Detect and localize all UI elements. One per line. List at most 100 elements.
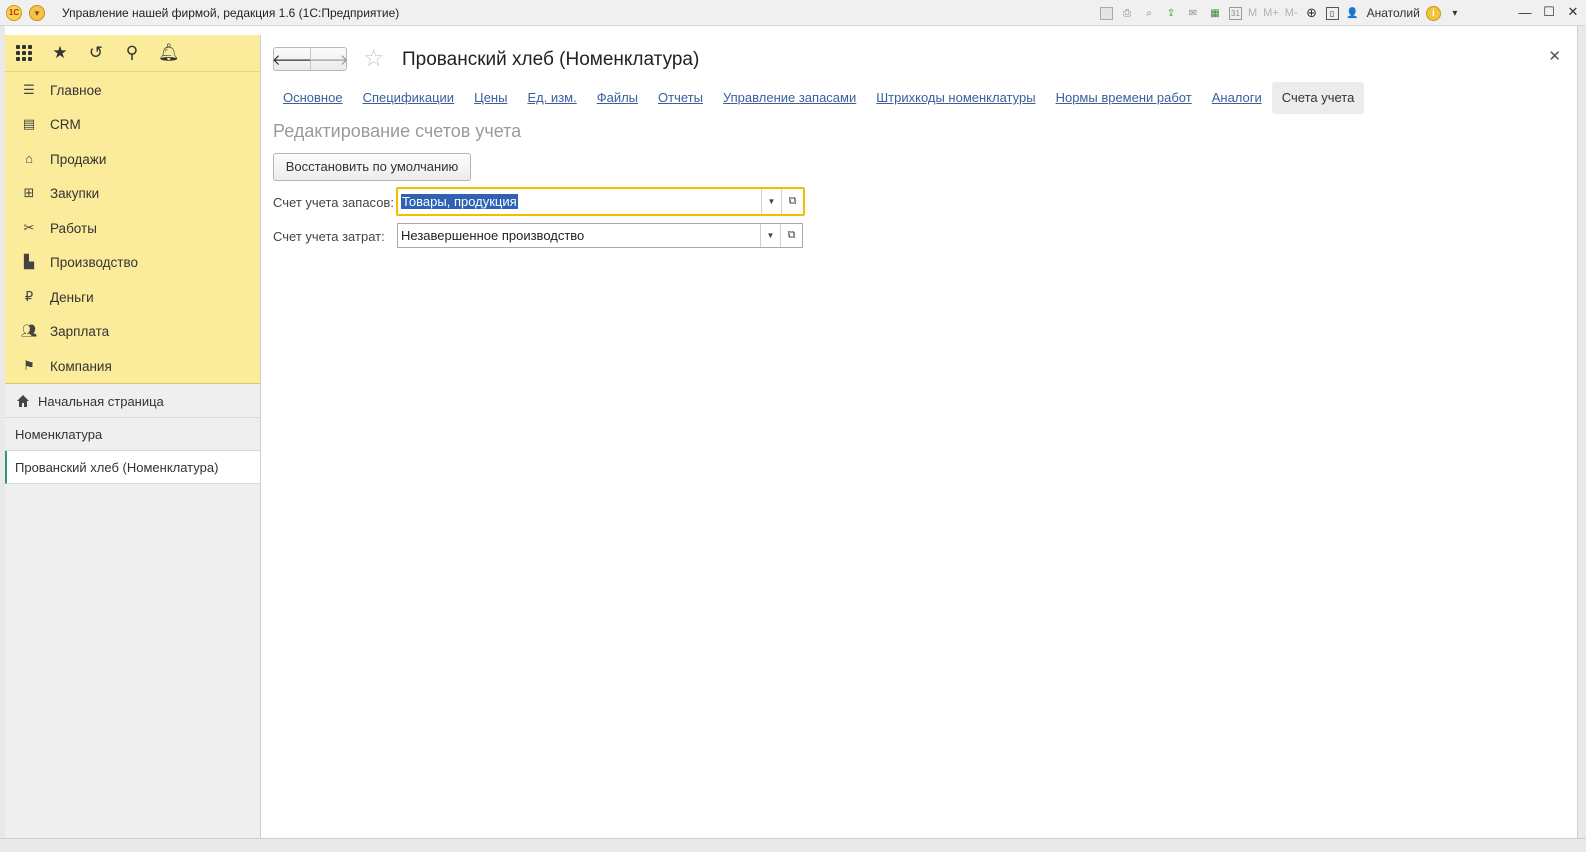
tab-prices[interactable]: Цены [464, 82, 517, 114]
menu-icon: ☰ [23, 82, 35, 97]
section-label: Закупки [50, 185, 100, 201]
close-form-button[interactable]: ✕ [1548, 47, 1561, 65]
inventory-account-label: Счет учета запасов: [273, 195, 394, 210]
app-logo-icon: 1С [6, 5, 22, 21]
people-icon: 👥︎ [21, 323, 38, 338]
section-label: CRM [50, 116, 81, 132]
memory-plus-button[interactable]: M+ [1263, 5, 1279, 21]
upload-icon[interactable]: ⇪ [1163, 5, 1179, 21]
basket-icon: ⌂ [25, 151, 33, 166]
open-icon[interactable]: ⧉ [780, 224, 802, 247]
mail-icon[interactable]: ✉ [1185, 5, 1201, 21]
save-icon[interactable] [1100, 6, 1113, 20]
section-purchases[interactable]: ⊞ Закупки [5, 176, 260, 210]
memory-minus-button[interactable]: M- [1285, 5, 1298, 21]
tab-inventory[interactable]: Управление запасами [713, 82, 866, 114]
inventory-account-field[interactable]: Товары, продукция ▼ ⧉ [396, 187, 805, 216]
inventory-account-input[interactable]: Товары, продукция [398, 189, 761, 214]
cost-account-value[interactable]: Незавершенное производство [398, 224, 760, 247]
open-icon[interactable]: ⧉ [781, 189, 803, 214]
cost-account-label: Счет учета затрат: [273, 229, 385, 244]
section-label: Производство [50, 254, 139, 270]
section-salary[interactable]: 👥︎ Зарплата [5, 314, 260, 348]
close-window-button[interactable]: ✕ [1564, 3, 1582, 21]
bell-icon[interactable]: 🔔︎ [158, 43, 180, 63]
section-label: Продажи [50, 151, 107, 167]
chevron-down-icon[interactable]: ▼ [760, 224, 780, 247]
sidebar-toolbar: ★ ↺ ⚲ 🔔︎ [5, 35, 260, 72]
forward-button[interactable]: 🡒 [308, 48, 349, 70]
calendar-icon[interactable]: 31 [1229, 6, 1242, 20]
section-crm[interactable]: ▤ CRM [5, 107, 260, 141]
print-icon[interactable]: ⎙ [1119, 5, 1135, 21]
main-menu-button[interactable]: ▾ [29, 5, 45, 21]
zoom-icon[interactable]: ⊕ [1304, 5, 1320, 21]
tab-main[interactable]: Основное [273, 82, 353, 114]
section-production[interactable]: ▙ Производство [5, 245, 260, 279]
favorite-star-icon[interactable]: ☆ [363, 47, 385, 71]
window-bottom-border [0, 838, 1586, 852]
open-window-home[interactable]: Начальная страница [5, 385, 260, 418]
info-icon[interactable]: i [1425, 5, 1441, 21]
preview-icon[interactable]: ⌕ [1141, 5, 1157, 21]
sidebar: ★ ↺ ⚲ 🔔︎ ☰ Главное ▤ CRM ⌂ Продажи ⊞ Зак… [5, 35, 261, 838]
tab-accounts[interactable]: Счета учета [1271, 82, 1365, 114]
section-label: Компания [50, 358, 112, 374]
home-icon [17, 395, 29, 407]
tab-work-norms[interactable]: Нормы времени работ [1046, 82, 1202, 114]
memory-button[interactable]: M [1248, 5, 1257, 21]
maximize-button[interactable]: ☐ [1540, 3, 1558, 21]
cost-account-field[interactable]: Незавершенное производство ▼ ⧉ [397, 223, 803, 248]
section-label: Главное [50, 82, 102, 98]
tab-files[interactable]: Файлы [587, 82, 648, 114]
section-sales[interactable]: ⌂ Продажи [5, 142, 260, 176]
tab-units[interactable]: Ед. изм. [517, 82, 586, 114]
form-tabs: Основное Спецификации Цены Ед. изм. Файл… [273, 82, 1365, 114]
inventory-account-value: Товары, продукция [401, 194, 518, 209]
open-window-nomenclature[interactable]: Номенклатура [5, 418, 260, 451]
tab-reports[interactable]: Отчеты [648, 82, 713, 114]
user-name[interactable]: Анатолий [1367, 6, 1420, 20]
window-title: Управление нашей фирмой, редакция 1.6 (1… [62, 6, 400, 20]
back-button[interactable]: 🡐 [272, 48, 312, 70]
section-title: Редактирование счетов учета [273, 121, 522, 141]
section-money[interactable]: ₽ Деньги [5, 280, 260, 314]
chevron-down-icon[interactable]: ▼ [761, 189, 781, 214]
titlebar-toolbar: ⎙ ⌕ ⇪ ✉ ▦ 31 M M+ M- ⊕ ▯ 👤 Анатолий i ▾ [1100, 4, 1463, 22]
open-window-current[interactable]: Прованский хлеб (Номенклатура) [5, 451, 260, 484]
restore-defaults-button[interactable]: Восстановить по умолчанию [273, 153, 471, 181]
flag-icon: ⚑ [23, 358, 35, 373]
sections-panel: ★ ↺ ⚲ 🔔︎ ☰ Главное ▤ CRM ⌂ Продажи ⊞ Зак… [5, 35, 260, 384]
ruble-icon: ₽ [24, 289, 34, 304]
crm-icon: ▤ [22, 116, 36, 131]
open-window-label: Прованский хлеб (Номенклатура) [15, 459, 219, 475]
section-label: Зарплата [50, 323, 110, 339]
search-icon[interactable]: ⚲ [122, 43, 142, 63]
window-titlebar: 1С ▾ Управление нашей фирмой, редакция 1… [0, 0, 1586, 26]
page-title: Прованский хлеб (Номенклатура) [402, 49, 700, 70]
panels-icon[interactable]: ▯ [1325, 6, 1339, 20]
apps-icon[interactable] [16, 45, 32, 61]
history-icon[interactable]: ↺ [86, 43, 106, 63]
minimize-button[interactable]: — [1516, 3, 1534, 21]
cart-icon: ⊞ [23, 185, 35, 200]
tools-icon: ✂ [23, 220, 35, 235]
section-label: Деньги [50, 289, 94, 305]
open-window-label: Начальная страница [38, 393, 164, 409]
chevron-down-icon[interactable]: ▾ [1447, 5, 1463, 21]
section-main[interactable]: ☰ Главное [5, 73, 260, 107]
section-works[interactable]: ✂ Работы [5, 211, 260, 245]
section-company[interactable]: ⚑ Компания [5, 349, 260, 383]
window-border-right [1577, 26, 1586, 838]
open-window-label: Номенклатура [15, 426, 103, 442]
main-content: 🡐 🡒 ☆ Прованский хлеб (Номенклатура) ✕ О… [262, 35, 1577, 838]
tab-specifications[interactable]: Спецификации [353, 82, 465, 114]
tab-analogs[interactable]: Аналоги [1202, 82, 1272, 114]
star-icon[interactable]: ★ [50, 43, 70, 63]
factory-icon: ▙ [24, 254, 34, 269]
history-nav: 🡐 🡒 [272, 47, 349, 71]
section-label: Работы [50, 220, 97, 236]
calculator-icon[interactable]: ▦ [1207, 5, 1223, 21]
window-controls: — ☐ ✕ [1516, 3, 1582, 21]
tab-barcodes[interactable]: Штрихкоды номенклатуры [866, 82, 1045, 114]
